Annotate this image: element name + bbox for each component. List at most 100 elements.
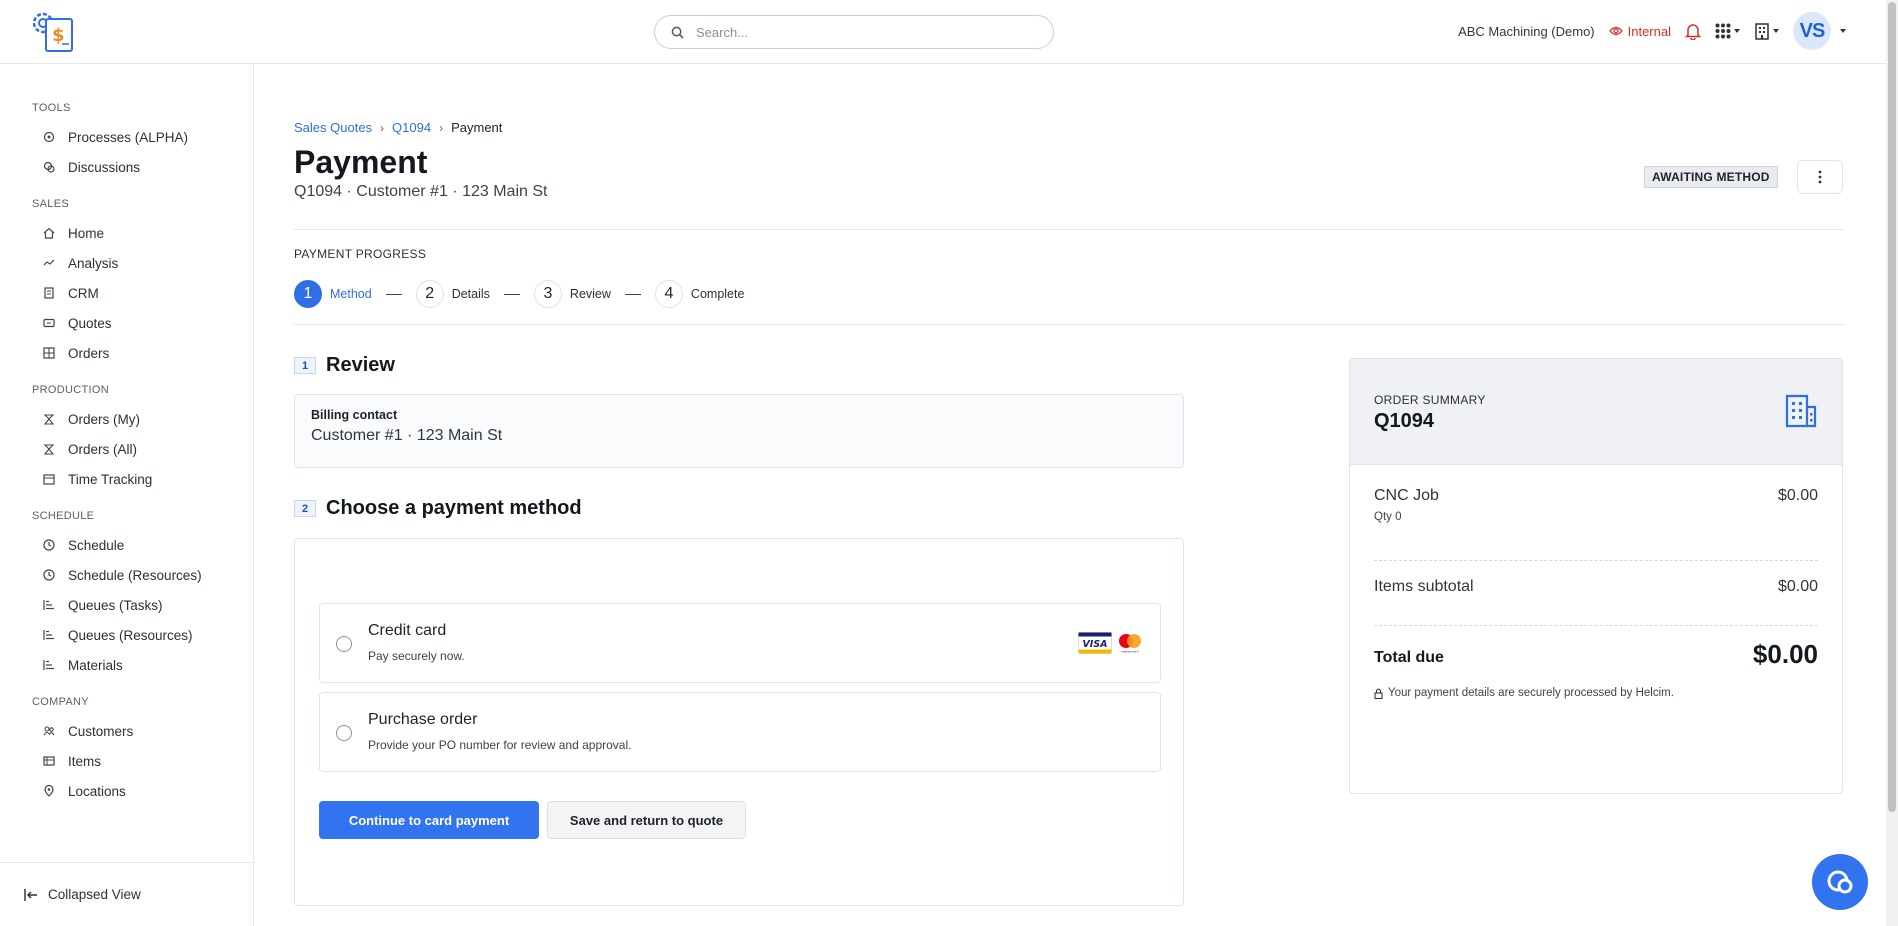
breadcrumb: Sales Quotes › Q1094 › Payment — [294, 120, 502, 135]
option-title: Purchase order — [368, 711, 478, 728]
save-and-return-button[interactable]: Save and return to quote — [547, 801, 746, 839]
sidebar-item-discussions[interactable]: Discussions — [32, 152, 253, 182]
step-method[interactable]: 1 Method — [294, 280, 372, 308]
more-vertical-icon — [1818, 170, 1822, 184]
step-number: 2 — [415, 280, 444, 308]
sidebar-item-label: Queues (Resources) — [68, 627, 193, 643]
subtotal-label: Items subtotal — [1374, 578, 1474, 595]
sidebar-item-time-tracking[interactable]: Time Tracking — [32, 464, 253, 494]
nav-heading: SCHEDULE — [32, 510, 95, 522]
purchase-order-radio[interactable] — [336, 725, 352, 741]
quotes-icon — [42, 316, 56, 330]
customers-icon — [42, 724, 56, 738]
divider — [1374, 625, 1818, 626]
subtotal-row: Items subtotal $0.00 — [1374, 578, 1818, 596]
progress-steps: 1 Method 2 Details 3 Review 4 Complete — [294, 280, 744, 308]
visibility-indicator[interactable]: Internal — [1608, 24, 1671, 39]
crm-icon — [42, 286, 56, 300]
sidebar-item-analysis[interactable]: Analysis — [32, 248, 253, 278]
order-summary-header: ORDER SUMMARY Q1094 — [1350, 359, 1842, 465]
credit-card-radio[interactable] — [336, 636, 352, 652]
help-chat-button[interactable] — [1812, 854, 1868, 910]
option-purchase-order[interactable]: Purchase order Provide your PO number fo… — [319, 692, 1161, 772]
company-name[interactable]: ABC Machining (Demo) — [1458, 24, 1595, 39]
sidebar-item-label: Schedule (Resources) — [68, 567, 202, 583]
step-label: Details — [451, 287, 490, 301]
company-switch-button[interactable] — [1754, 22, 1779, 40]
sidebar-item-label: Home — [68, 225, 105, 241]
method-section-header: 2 Choose a payment method — [294, 497, 582, 520]
building-icon — [1755, 22, 1769, 40]
sidebar-item-crm[interactable]: CRM — [32, 278, 253, 308]
sidebar-item-queues-tasks[interactable]: Queues (Tasks) — [32, 590, 253, 620]
top-bar: $ ABC Machining (Demo) Internal — [0, 0, 1886, 64]
sidebar-item-label: Orders (All) — [68, 441, 138, 457]
chat-icon — [1827, 870, 1853, 894]
option-credit-card[interactable]: Credit card Pay securely now. VISA maste… — [319, 603, 1161, 683]
line-item-qty: Qty 0 — [1374, 511, 1402, 523]
sidebar-item-quotes[interactable]: Quotes — [32, 308, 253, 338]
items-icon — [42, 754, 56, 768]
sidebar: TOOLS Processes (ALPHA) Discussions SALES Ho… — [0, 64, 254, 926]
review-section-header: 1 Review — [294, 354, 395, 377]
apps-menu-button[interactable] — [1715, 23, 1740, 39]
sidebar-item-orders-all[interactable]: Orders (All) — [32, 434, 253, 464]
step-complete[interactable]: 4 Complete — [654, 280, 744, 308]
queue-icon — [42, 628, 56, 642]
sidebar-item-label: Orders (My) — [68, 411, 140, 427]
mastercard-text: mastercard — [1121, 650, 1138, 654]
sidebar-item-materials[interactable]: Materials — [32, 650, 253, 680]
queue-icon — [42, 598, 56, 612]
sidebar-item-home[interactable]: Home — [32, 218, 253, 248]
avatar: VS — [1793, 12, 1831, 50]
sidebar-item-orders[interactable]: Orders — [32, 338, 253, 368]
secure-note: Your payment details are securely proces… — [1374, 687, 1674, 699]
sidebar-item-label: Quotes — [68, 315, 112, 331]
step-number: 3 — [533, 280, 562, 308]
sidebar-item-label: Orders — [68, 345, 110, 361]
queue-icon — [42, 658, 56, 672]
user-menu-button[interactable]: VS — [1793, 12, 1846, 50]
breadcrumb-sales-quotes[interactable]: Sales Quotes — [294, 120, 372, 135]
home-icon — [42, 226, 56, 240]
search-input[interactable] — [696, 24, 1016, 40]
sidebar-item-locations[interactable]: Locations — [32, 776, 253, 806]
sidebar-item-processes-alpha[interactable]: Processes (ALPHA) — [32, 122, 253, 152]
page-title: Payment — [294, 144, 428, 180]
sidebar-item-queues-resources[interactable]: Queues (Resources) — [32, 620, 253, 650]
app-logo-icon[interactable]: $ — [30, 11, 76, 53]
orders-icon — [42, 346, 56, 360]
search-icon — [671, 26, 684, 39]
line-item-name: CNC Job — [1374, 487, 1439, 504]
visa-icon: VISA — [1078, 632, 1112, 654]
nav-heading: TOOLS — [32, 102, 71, 114]
analysis-icon — [42, 256, 56, 270]
sidebar-item-items[interactable]: Items — [32, 746, 253, 776]
sidebar-item-label: Queues (Tasks) — [68, 597, 163, 613]
notifications-button[interactable] — [1685, 22, 1701, 40]
svg-text:$: $ — [52, 25, 65, 46]
step-connector — [385, 293, 402, 295]
scrollbar-thumb[interactable] — [1888, 2, 1896, 812]
sidebar-item-schedule-resources[interactable]: Schedule (Resources) — [32, 560, 253, 590]
page-scrollbar[interactable] — [1886, 0, 1898, 926]
sidebar-item-customers[interactable]: Customers — [32, 716, 253, 746]
step-review[interactable]: 3 Review — [533, 280, 611, 308]
sidebar-item-label: Time Tracking — [68, 471, 153, 487]
breadcrumb-quote[interactable]: Q1094 — [392, 120, 431, 135]
total-amount: $0.00 — [1752, 639, 1818, 669]
step-details[interactable]: 2 Details — [415, 280, 490, 308]
sidebar-item-schedule[interactable]: Schedule — [32, 530, 253, 560]
sidebar-item-orders-my[interactable]: Orders (My) — [32, 404, 253, 434]
chevron-down-icon — [1734, 29, 1740, 33]
sidebar-item-label: CRM — [68, 285, 99, 301]
discussion-icon — [42, 160, 56, 174]
more-actions-button[interactable] — [1797, 160, 1843, 194]
orders-all-icon — [42, 442, 56, 456]
nav-heading: PRODUCTION — [32, 384, 109, 396]
divider — [294, 324, 1844, 325]
continue-to-card-payment-button[interactable]: Continue to card payment — [319, 801, 539, 839]
collapse-sidebar-button[interactable]: Collapsed View — [0, 862, 254, 926]
nav-section-production: PRODUCTION Orders (My) Orders (All) Time Tr… — [32, 384, 253, 494]
search-bar[interactable] — [654, 15, 1054, 49]
